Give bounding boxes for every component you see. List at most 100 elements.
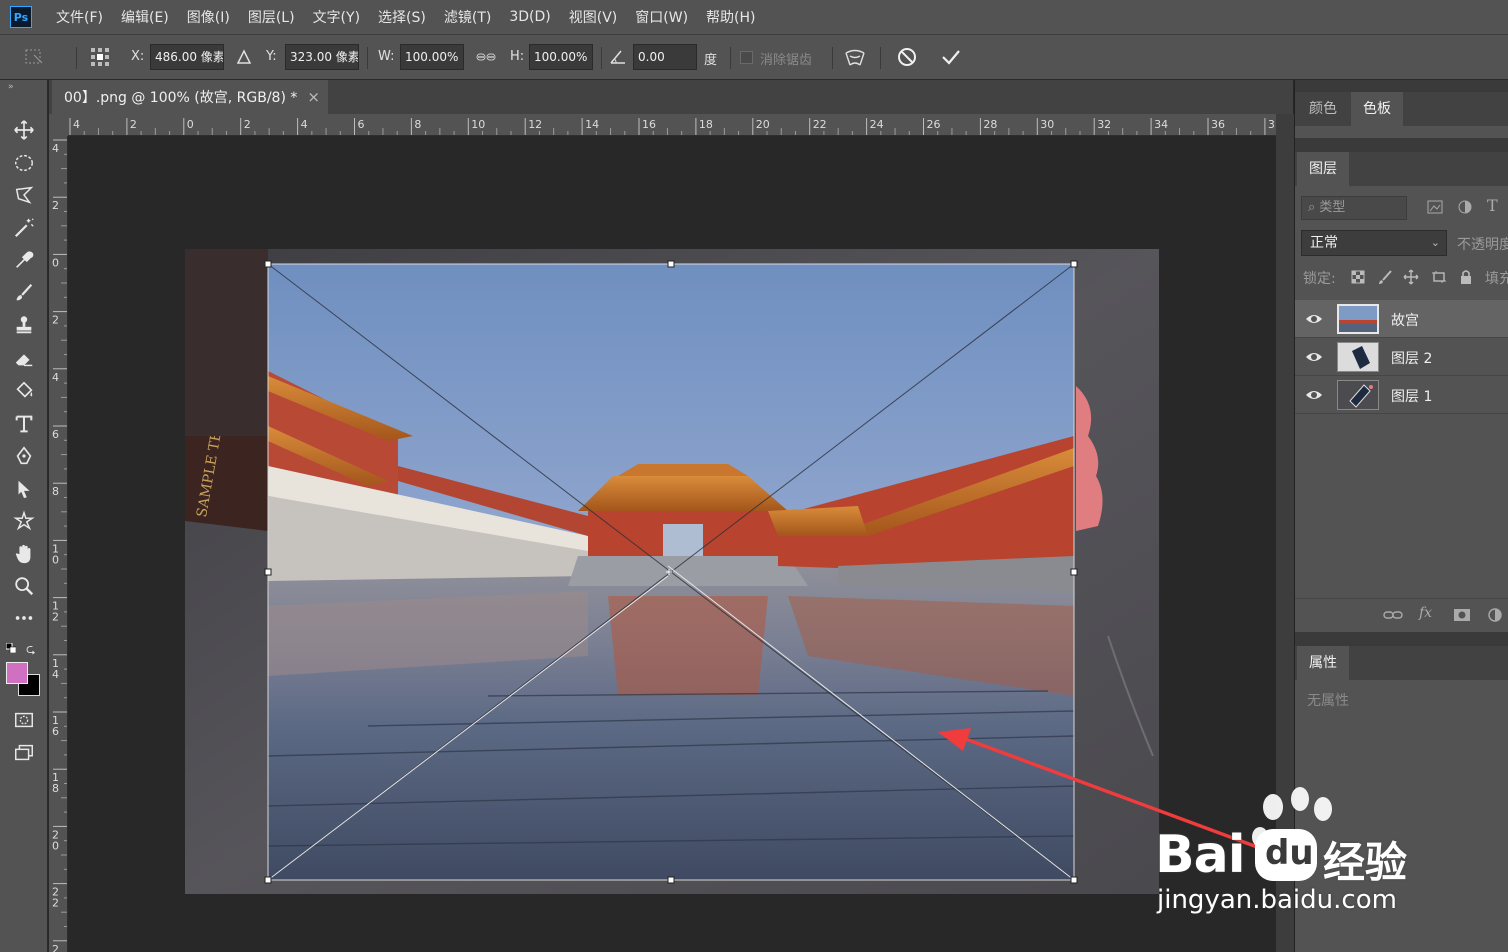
handle-middle-right: [1070, 568, 1078, 576]
angle-icon: [606, 45, 630, 69]
ruler-label: 2: [52, 943, 59, 952]
y-position-field[interactable]: 323.00 像素: [285, 44, 359, 70]
elliptical-marquee-icon[interactable]: [10, 149, 38, 177]
menu-layer[interactable]: 图层(L): [248, 7, 295, 27]
custom-shape-icon[interactable]: [10, 507, 38, 535]
menu-type[interactable]: 文字(Y): [313, 7, 360, 27]
menu-select[interactable]: 选择(S): [378, 7, 426, 27]
close-tab-icon[interactable]: ×: [307, 88, 320, 106]
magic-wand-icon[interactable]: [10, 214, 38, 242]
watermark-url: jingyan.baidu.com: [1157, 885, 1397, 915]
tab-layers[interactable]: 图层: [1297, 152, 1349, 186]
cancel-transform-icon[interactable]: [895, 45, 919, 69]
reference-point-icon[interactable]: [88, 45, 112, 69]
default-colors-icon[interactable]: [5, 642, 17, 654]
ruler-label: 4: [52, 142, 59, 155]
relative-position-icon[interactable]: [232, 45, 256, 69]
type-tool-icon[interactable]: [10, 410, 38, 438]
menu-window[interactable]: 窗口(W): [635, 7, 688, 27]
lock-position-icon[interactable]: [1403, 269, 1419, 285]
paint-bucket-icon[interactable]: [10, 377, 38, 405]
document-canvas[interactable]: SAMPLE TEXT: [68, 136, 1276, 952]
layer-effects-icon[interactable]: fx: [1419, 605, 1432, 621]
ruler-label: 14: [585, 118, 599, 131]
tab-properties[interactable]: 属性: [1297, 646, 1349, 680]
filter-pixel-icon[interactable]: [1427, 200, 1443, 214]
canvas-area[interactable]: SAMPLE TEXT: [68, 136, 1276, 952]
blend-mode-value: 正常: [1310, 235, 1338, 251]
link-icon[interactable]: [474, 45, 498, 69]
commit-transform-icon[interactable]: [939, 45, 963, 69]
x-position-field[interactable]: 486.00 像素: [150, 44, 224, 70]
menu-edit[interactable]: 编辑(E): [121, 7, 169, 27]
transform-tool-icon[interactable]: [22, 45, 46, 69]
adjustment-layer-icon[interactable]: [1487, 607, 1503, 623]
visibility-eye-icon[interactable]: [1305, 387, 1323, 403]
antialias-checkbox[interactable]: [740, 51, 753, 64]
ruler-label: 34: [1154, 118, 1168, 131]
hand-tool-icon[interactable]: [10, 540, 38, 568]
path-selection-icon[interactable]: [10, 475, 38, 503]
menu-3d[interactable]: 3D(D): [509, 9, 550, 25]
menu-filter[interactable]: 滤镜(T): [444, 7, 491, 27]
menu-image[interactable]: 图像(I): [187, 7, 230, 27]
ruler-label: 6: [358, 118, 365, 131]
visibility-eye-icon[interactable]: [1305, 349, 1323, 365]
zoom-tool-icon[interactable]: [10, 572, 38, 600]
fill-label: 填充: [1485, 271, 1508, 287]
layer-row-gugong[interactable]: 故宫: [1295, 300, 1508, 338]
tab-swatches[interactable]: 色板: [1351, 92, 1403, 126]
properties-panel-tabs: 属性: [1295, 646, 1508, 680]
brush-tool-icon[interactable]: [10, 279, 38, 307]
document-tab[interactable]: 00】.png @ 100% (故宫, RGB/8) * ×: [52, 80, 328, 114]
link-layers-icon[interactable]: [1383, 607, 1403, 623]
lock-all-icon[interactable]: [1459, 269, 1473, 285]
angle-field[interactable]: 0.00: [633, 44, 697, 70]
menu-help[interactable]: 帮助(H): [706, 7, 755, 27]
layer-filter-label: 类型: [1319, 200, 1346, 215]
layers-panel-footer: fx: [1295, 598, 1508, 632]
width-field[interactable]: 100.00%: [400, 44, 464, 70]
warp-mode-icon[interactable]: [843, 45, 867, 69]
horizontal-ruler[interactable]: 4 2 0 2 4 6 8 10 12 14 16 18 20 22 24 26 28 30 32 34 36 3: [68, 114, 1276, 136]
eyedropper-icon[interactable]: [10, 246, 38, 274]
ruler-label: 0: [52, 553, 59, 566]
more-tools-icon[interactable]: [10, 604, 38, 632]
ruler-label: 4: [52, 668, 59, 681]
lock-brush-icon[interactable]: [1377, 269, 1393, 285]
ruler-label: 12: [528, 118, 542, 131]
height-field[interactable]: 100.00%: [529, 44, 593, 70]
opacity-label: 不透明度: [1457, 237, 1508, 253]
layer-filter-select[interactable]: ⌕ 类型: [1301, 196, 1407, 220]
swap-colors-icon[interactable]: ⮎: [26, 640, 40, 656]
foreground-color-swatch[interactable]: [6, 662, 28, 684]
baidu-jingyan-watermark: Bai du 经验 jingyan.baidu.com: [1155, 785, 1445, 925]
filter-adjustment-icon[interactable]: [1457, 199, 1473, 215]
eraser-icon[interactable]: [10, 345, 38, 373]
layer-mask-icon[interactable]: [1453, 607, 1471, 623]
move-tool-icon[interactable]: [10, 116, 38, 144]
lock-transparent-icon[interactable]: [1351, 270, 1365, 284]
pen-tool-icon[interactable]: [10, 442, 38, 470]
visibility-eye-icon[interactable]: [1305, 311, 1323, 327]
blend-mode-select[interactable]: 正常 ⌄: [1301, 230, 1447, 256]
quick-mask-icon[interactable]: [10, 706, 38, 734]
layer-row-layer1[interactable]: 图层 1: [1295, 376, 1508, 414]
ruler-label: 22: [813, 118, 827, 131]
layers-panel-tabs: 图层: [1295, 152, 1508, 186]
vertical-ruler[interactable]: 42024681012141618202224: [49, 136, 68, 952]
screen-mode-icon[interactable]: [10, 739, 38, 767]
layer-name: 故宫: [1391, 313, 1419, 329]
watermark-brand-cn: 经验: [1323, 838, 1408, 887]
clone-stamp-icon[interactable]: [10, 311, 38, 339]
layer-row-layer2[interactable]: 图层 2: [1295, 338, 1508, 376]
watermark-brand: Bai: [1155, 825, 1246, 885]
collapse-toolbar-icon[interactable]: »: [8, 82, 14, 92]
lock-artboard-icon[interactable]: [1431, 269, 1447, 285]
menu-file[interactable]: 文件(F): [56, 7, 103, 27]
filter-type-icon[interactable]: T: [1487, 196, 1498, 215]
handle-top-center: [667, 260, 675, 268]
menu-view[interactable]: 视图(V): [569, 7, 618, 27]
lasso-tool-icon[interactable]: [10, 181, 38, 209]
tab-color[interactable]: 颜色: [1297, 92, 1349, 126]
